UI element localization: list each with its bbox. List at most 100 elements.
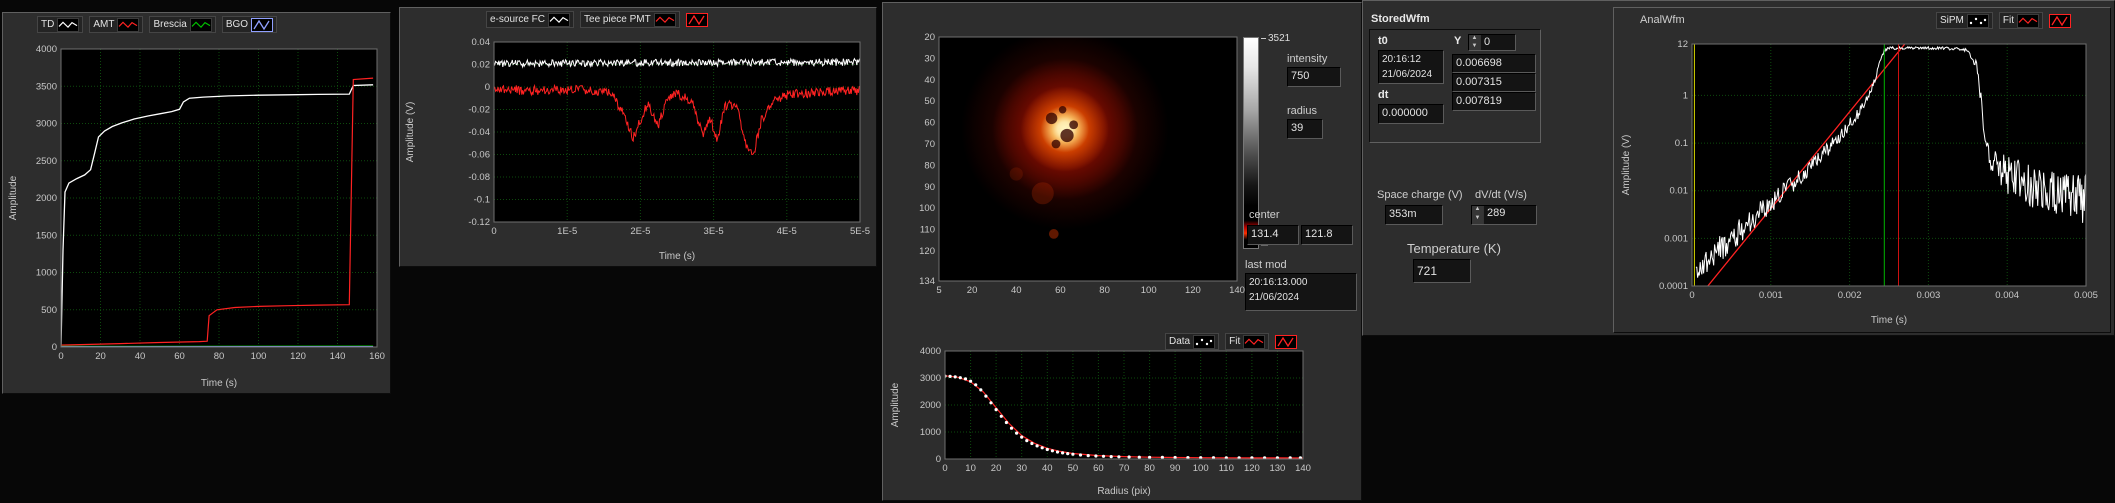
- svg-text:3E-5: 3E-5: [704, 226, 724, 237]
- td-graph-legend: TD AMT Brescia BGO: [37, 16, 278, 33]
- svg-text:0.02: 0.02: [472, 60, 491, 71]
- svg-text:140: 140: [1229, 285, 1245, 296]
- svg-text:-0.02: -0.02: [468, 105, 490, 116]
- scale-ramp-icon[interactable]: [2049, 13, 2072, 28]
- svg-text:90: 90: [1170, 463, 1181, 474]
- svg-text:100: 100: [919, 203, 935, 214]
- plot-style-icon[interactable]: [653, 12, 676, 27]
- svg-text:0: 0: [491, 226, 496, 237]
- svg-text:-0.12: -0.12: [468, 217, 490, 228]
- scale-ramp-icon[interactable]: [685, 12, 708, 27]
- lastmod-label: last mod: [1245, 259, 1287, 271]
- y-value-0: 0.006698: [1452, 54, 1536, 73]
- svg-text:Time (s): Time (s): [1871, 315, 1907, 326]
- svg-text:134: 134: [919, 276, 935, 287]
- esource-pmt-graph[interactable]: 0 1E-5 2E-5 3E-5 4E-5 5E-5 0.04 0.02 0 -0.02 -0.04…: [402, 30, 874, 264]
- svg-text:40: 40: [1042, 463, 1053, 474]
- svg-text:1E-5: 1E-5: [557, 226, 577, 237]
- svg-text:60: 60: [924, 118, 935, 129]
- svg-text:5: 5: [936, 285, 941, 296]
- dvdt-spinner[interactable]: ▲ ▼ 289: [1471, 205, 1537, 225]
- plot-style-icon[interactable]: [2017, 13, 2040, 28]
- plot-style-icon[interactable]: [117, 17, 140, 32]
- plot-style-icon[interactable]: [548, 12, 571, 27]
- legend-label-bgo: BGO: [225, 19, 249, 30]
- svg-text:Amplitude (V): Amplitude (V): [1621, 135, 1632, 196]
- svg-text:2E-5: 2E-5: [630, 226, 650, 237]
- svg-text:Radius (pix): Radius (pix): [1097, 486, 1150, 497]
- svg-text:40: 40: [924, 75, 935, 86]
- plot-style-icon[interactable]: [189, 17, 212, 32]
- legend-item-td[interactable]: TD: [37, 16, 84, 33]
- y-index-value[interactable]: 0: [1481, 35, 1515, 50]
- svg-text:0.1: 0.1: [1675, 138, 1688, 149]
- y-value-2: 0.007819: [1452, 92, 1536, 111]
- svg-text:130: 130: [1269, 463, 1285, 474]
- legend-item-sipm[interactable]: SiPM: [1936, 12, 1993, 29]
- legend-item-esource-fc[interactable]: e-source FC: [486, 11, 575, 28]
- svg-text:20: 20: [924, 32, 935, 43]
- svg-text:Amplitude (V): Amplitude (V): [405, 102, 416, 163]
- svg-text:80: 80: [924, 160, 935, 171]
- legend-item-analfit[interactable]: Fit: [1998, 12, 2044, 29]
- svg-text:20: 20: [991, 463, 1002, 474]
- svg-text:0.0001: 0.0001: [1659, 281, 1688, 292]
- svg-text:70: 70: [1119, 463, 1130, 474]
- svg-text:5E-5: 5E-5: [850, 226, 870, 237]
- svg-text:1500: 1500: [36, 230, 57, 241]
- radial-profile-graph[interactable]: 0 10 20 30 40 50 60 70 80 90 100 110 120 130 140 0 1000 2…: [887, 329, 1359, 499]
- t0-date: 21/06/2024: [1382, 68, 1433, 80]
- svg-text:500: 500: [41, 305, 57, 316]
- esource-graph-legend: e-source FC Tee piece PMT: [486, 11, 708, 28]
- esource-graph-panel: e-source FC Tee piece PMT 0 1E-5 2E-5 3E-5 4…: [399, 7, 877, 267]
- svg-text:60: 60: [1055, 285, 1066, 296]
- dt-value[interactable]: 0.000000: [1378, 104, 1444, 124]
- decrement-button[interactable]: ▼: [1469, 42, 1480, 50]
- analysis-panel: StoredWfm t0 20:16:12 21/06/2024 dt 0.00…: [1362, 0, 2115, 336]
- dvdt-spinner-buttons[interactable]: ▲ ▼: [1472, 206, 1484, 224]
- legend-item-bgo[interactable]: BGO: [221, 16, 278, 33]
- svg-text:20: 20: [95, 351, 106, 362]
- center-y-value: 121.8: [1301, 225, 1353, 245]
- svg-text:0: 0: [936, 454, 941, 465]
- svg-text:0: 0: [942, 463, 947, 474]
- svg-text:0: 0: [52, 342, 57, 353]
- beam-intensity-image[interactable]: 5 20 40 60 80 100 120 140 20 30 40 50 60 70 80 90 100 110…: [889, 11, 1245, 319]
- svg-text:Time (s): Time (s): [659, 251, 695, 262]
- legend-label-td: TD: [41, 19, 55, 30]
- legend-label-esource-fc: e-source FC: [490, 14, 546, 25]
- y-array-label: Y: [1454, 35, 1462, 47]
- dvdt-value[interactable]: 289: [1484, 206, 1536, 224]
- svg-text:12: 12: [1677, 39, 1688, 50]
- lastmod-date: 21/06/2024: [1249, 291, 1300, 303]
- svg-text:120: 120: [919, 246, 935, 257]
- svg-text:3000: 3000: [920, 373, 941, 384]
- legend-label-sipm: SiPM: [1940, 15, 1964, 26]
- legend-item-brescia[interactable]: Brescia: [149, 16, 216, 33]
- temperature-label: Temperature (K): [1407, 241, 1501, 256]
- t0-time: 20:16:12: [1382, 54, 1421, 65]
- beam-image-panel: 5 20 40 60 80 100 120 140 20 30 40 50 60 70 80 90 100 110…: [882, 2, 1362, 501]
- legend-item-amt[interactable]: AMT: [89, 16, 144, 33]
- plot-style-icon[interactable]: [57, 17, 80, 32]
- increment-button[interactable]: ▲: [1469, 35, 1480, 43]
- intensity-value: 750: [1287, 67, 1341, 87]
- svg-text:0.04: 0.04: [472, 37, 491, 48]
- y-index-spinner-buttons[interactable]: ▲ ▼: [1469, 35, 1481, 50]
- legend-label-brescia: Brescia: [153, 19, 187, 30]
- intensity-label: intensity: [1287, 53, 1328, 65]
- center-x-value: 131.4: [1247, 225, 1299, 245]
- decrement-button[interactable]: ▼: [1472, 215, 1483, 224]
- svg-text:0: 0: [485, 82, 490, 93]
- svg-text:-0.04: -0.04: [468, 127, 490, 138]
- increment-button[interactable]: ▲: [1472, 206, 1483, 215]
- legend-item-tee-piece-pmt[interactable]: Tee piece PMT: [580, 11, 680, 28]
- analwfm-graph[interactable]: 0 0.001 0.002 0.003 0.004 0.005 12 1 0.1 0.01 0.00…: [1618, 32, 2108, 328]
- td-amplitude-graph[interactable]: 0 20 40 60 80 100 120 140 160 0 500 1000 1500 2000 250…: [5, 33, 389, 391]
- svg-text:120: 120: [290, 351, 306, 362]
- plot-style-icon[interactable]: [251, 17, 274, 32]
- svg-text:0.005: 0.005: [2074, 290, 2098, 301]
- y-index-spinner[interactable]: ▲ ▼ 0: [1468, 34, 1516, 51]
- plot-style-icon[interactable]: [1966, 13, 1989, 28]
- t0-value[interactable]: 20:16:12 21/06/2024: [1378, 50, 1444, 84]
